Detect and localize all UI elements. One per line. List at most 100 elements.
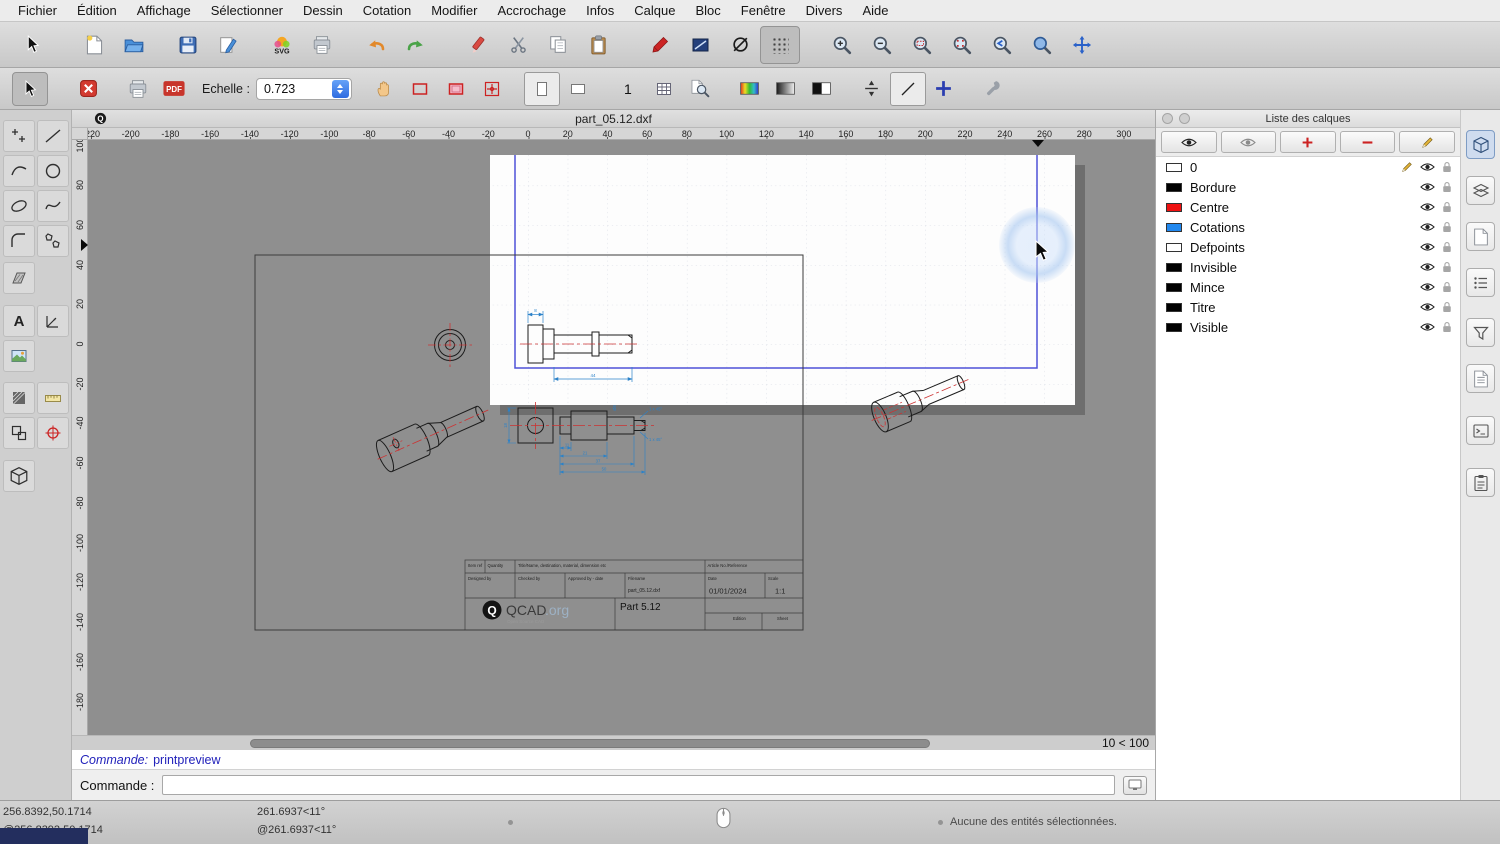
- redo-button[interactable]: [396, 26, 436, 64]
- layer-visibility-eye-icon[interactable]: [1420, 162, 1435, 172]
- view-list-panel-button[interactable]: [1466, 268, 1495, 297]
- layer-lock-toggle[interactable]: [1442, 161, 1452, 173]
- menu-item[interactable]: Modifier: [421, 0, 487, 22]
- landscape-orientation-button[interactable]: [560, 72, 596, 106]
- ellipse-tool-button[interactable]: [3, 190, 35, 222]
- block-tool-button[interactable]: [3, 417, 35, 449]
- layer-visibility-eye-icon[interactable]: [1420, 262, 1435, 272]
- layer-row[interactable]: Visible: [1156, 317, 1460, 337]
- layer-row[interactable]: Centre: [1156, 197, 1460, 217]
- property-editor-panel-button[interactable]: [1466, 130, 1495, 159]
- auto-fit-offset-button[interactable]: [854, 72, 890, 106]
- grayscale-mode-button[interactable]: [768, 72, 804, 106]
- spline-tool-button[interactable]: [37, 190, 69, 222]
- dimension-tool-button[interactable]: [37, 305, 69, 337]
- auto-zoom-button[interactable]: [902, 26, 942, 64]
- layer-visibility-toggle[interactable]: [1420, 222, 1435, 232]
- menu-item[interactable]: Divers: [796, 0, 853, 22]
- command-line-panel-button[interactable]: [1466, 416, 1495, 445]
- layer-row[interactable]: Defpoints: [1156, 237, 1460, 257]
- window-zoom-button[interactable]: [1022, 26, 1062, 64]
- portrait-orientation-button[interactable]: [524, 72, 560, 106]
- scale-combobox[interactable]: 0.723: [256, 78, 352, 100]
- layer-row[interactable]: Titre: [1156, 297, 1460, 317]
- snap-tool-button[interactable]: [37, 417, 69, 449]
- layer-visibility-toggle[interactable]: [1420, 262, 1435, 272]
- menu-item[interactable]: Sélectionner: [201, 0, 293, 22]
- layer-visibility-eye-icon[interactable]: [1420, 182, 1435, 192]
- block-list-panel-button[interactable]: [1466, 222, 1495, 251]
- reset-tool-button[interactable]: [720, 26, 760, 64]
- image-tool-button[interactable]: [3, 340, 35, 372]
- pan-button[interactable]: [366, 72, 402, 106]
- polygon-tool-button[interactable]: [37, 225, 69, 257]
- blackwhite-mode-button[interactable]: [804, 72, 840, 106]
- add-layer-button[interactable]: [1280, 131, 1336, 153]
- menu-item[interactable]: Infos: [576, 0, 624, 22]
- margins-button[interactable]: [438, 72, 474, 106]
- preview-select-button[interactable]: [12, 72, 48, 106]
- layer-visibility-toggle[interactable]: [1420, 162, 1435, 172]
- measure-tool-button[interactable]: [37, 382, 69, 414]
- circle-tool-button[interactable]: [37, 155, 69, 187]
- layer-visibility-eye-icon[interactable]: [1420, 202, 1435, 212]
- line-tool-button[interactable]: [37, 120, 69, 152]
- layer-lock-toggle[interactable]: [1442, 181, 1452, 193]
- layer-visibility-eye-icon[interactable]: [1420, 242, 1435, 252]
- layer-lock-icon[interactable]: [1442, 241, 1452, 253]
- placement-crosshair-button[interactable]: [474, 72, 510, 106]
- menu-item[interactable]: Édition: [67, 0, 127, 22]
- layer-lock-toggle[interactable]: [1442, 201, 1452, 213]
- clipboard-panel-button[interactable]: [1466, 468, 1495, 497]
- point-tool-button[interactable]: [3, 120, 35, 152]
- layer-row[interactable]: 0: [1156, 157, 1460, 177]
- solid-3d-tool-button[interactable]: [3, 460, 35, 492]
- bitmap-export-button[interactable]: [302, 26, 342, 64]
- open-document-button[interactable]: [114, 26, 154, 64]
- layer-visibility-eye-icon[interactable]: [1420, 282, 1435, 292]
- save-document-button[interactable]: [168, 26, 208, 64]
- layer-row[interactable]: Cotations: [1156, 217, 1460, 237]
- menu-item[interactable]: Calque: [624, 0, 685, 22]
- menu-item[interactable]: Affichage: [127, 0, 201, 22]
- layer-visibility-toggle[interactable]: [1420, 282, 1435, 292]
- command-input[interactable]: [162, 775, 1115, 795]
- panel-detach-icon[interactable]: [1179, 113, 1190, 124]
- layer-visibility-eye-icon[interactable]: [1420, 222, 1435, 232]
- text-tool-button[interactable]: A: [3, 305, 35, 337]
- zoom-in-button[interactable]: [822, 26, 862, 64]
- layer-row[interactable]: Mince: [1156, 277, 1460, 297]
- undo-button[interactable]: [356, 26, 396, 64]
- command-panel-toggle-button[interactable]: [1123, 776, 1147, 795]
- layer-visibility-toggle[interactable]: [1420, 322, 1435, 332]
- layer-lock-icon[interactable]: [1442, 181, 1452, 193]
- layer-visibility-toggle[interactable]: [1420, 202, 1435, 212]
- menu-item[interactable]: Aide: [852, 0, 898, 22]
- modify-attributes-button[interactable]: [680, 26, 720, 64]
- cut-button[interactable]: [498, 26, 538, 64]
- single-page-button[interactable]: 1: [610, 72, 646, 106]
- solid-fill-tool-button[interactable]: [3, 382, 35, 414]
- layer-lock-icon[interactable]: [1442, 321, 1452, 333]
- menu-item[interactable]: Dessin: [293, 0, 353, 22]
- library-browser-panel-button[interactable]: [1466, 364, 1495, 393]
- drawing-canvas[interactable]: Item ref Quantity Title/Name, destinatio…: [88, 140, 1155, 735]
- paper-borders-button[interactable]: [402, 72, 438, 106]
- grid-toggle-button[interactable]: [760, 26, 800, 64]
- zoom-selection-button[interactable]: [942, 26, 982, 64]
- layer-lock-toggle[interactable]: [1442, 241, 1452, 253]
- layer-lock-toggle[interactable]: [1442, 281, 1452, 293]
- layer-lock-toggle[interactable]: [1442, 301, 1452, 313]
- layer-lock-toggle[interactable]: [1442, 261, 1452, 273]
- arc-tool-button[interactable]: [3, 155, 35, 187]
- close-preview-button[interactable]: [70, 72, 106, 106]
- layer-visibility-toggle[interactable]: [1420, 182, 1435, 192]
- layer-visibility-toggle[interactable]: [1420, 242, 1435, 252]
- menu-item[interactable]: Bloc: [685, 0, 730, 22]
- layer-visibility-eye-icon[interactable]: [1420, 302, 1435, 312]
- layer-row[interactable]: Invisible: [1156, 257, 1460, 277]
- hatch-tool-button[interactable]: [3, 262, 35, 294]
- svg-export-button[interactable]: SVG: [262, 26, 302, 64]
- pan-zoom-button[interactable]: [1062, 26, 1102, 64]
- horizontal-scrollbar[interactable]: 10 < 100: [72, 735, 1155, 750]
